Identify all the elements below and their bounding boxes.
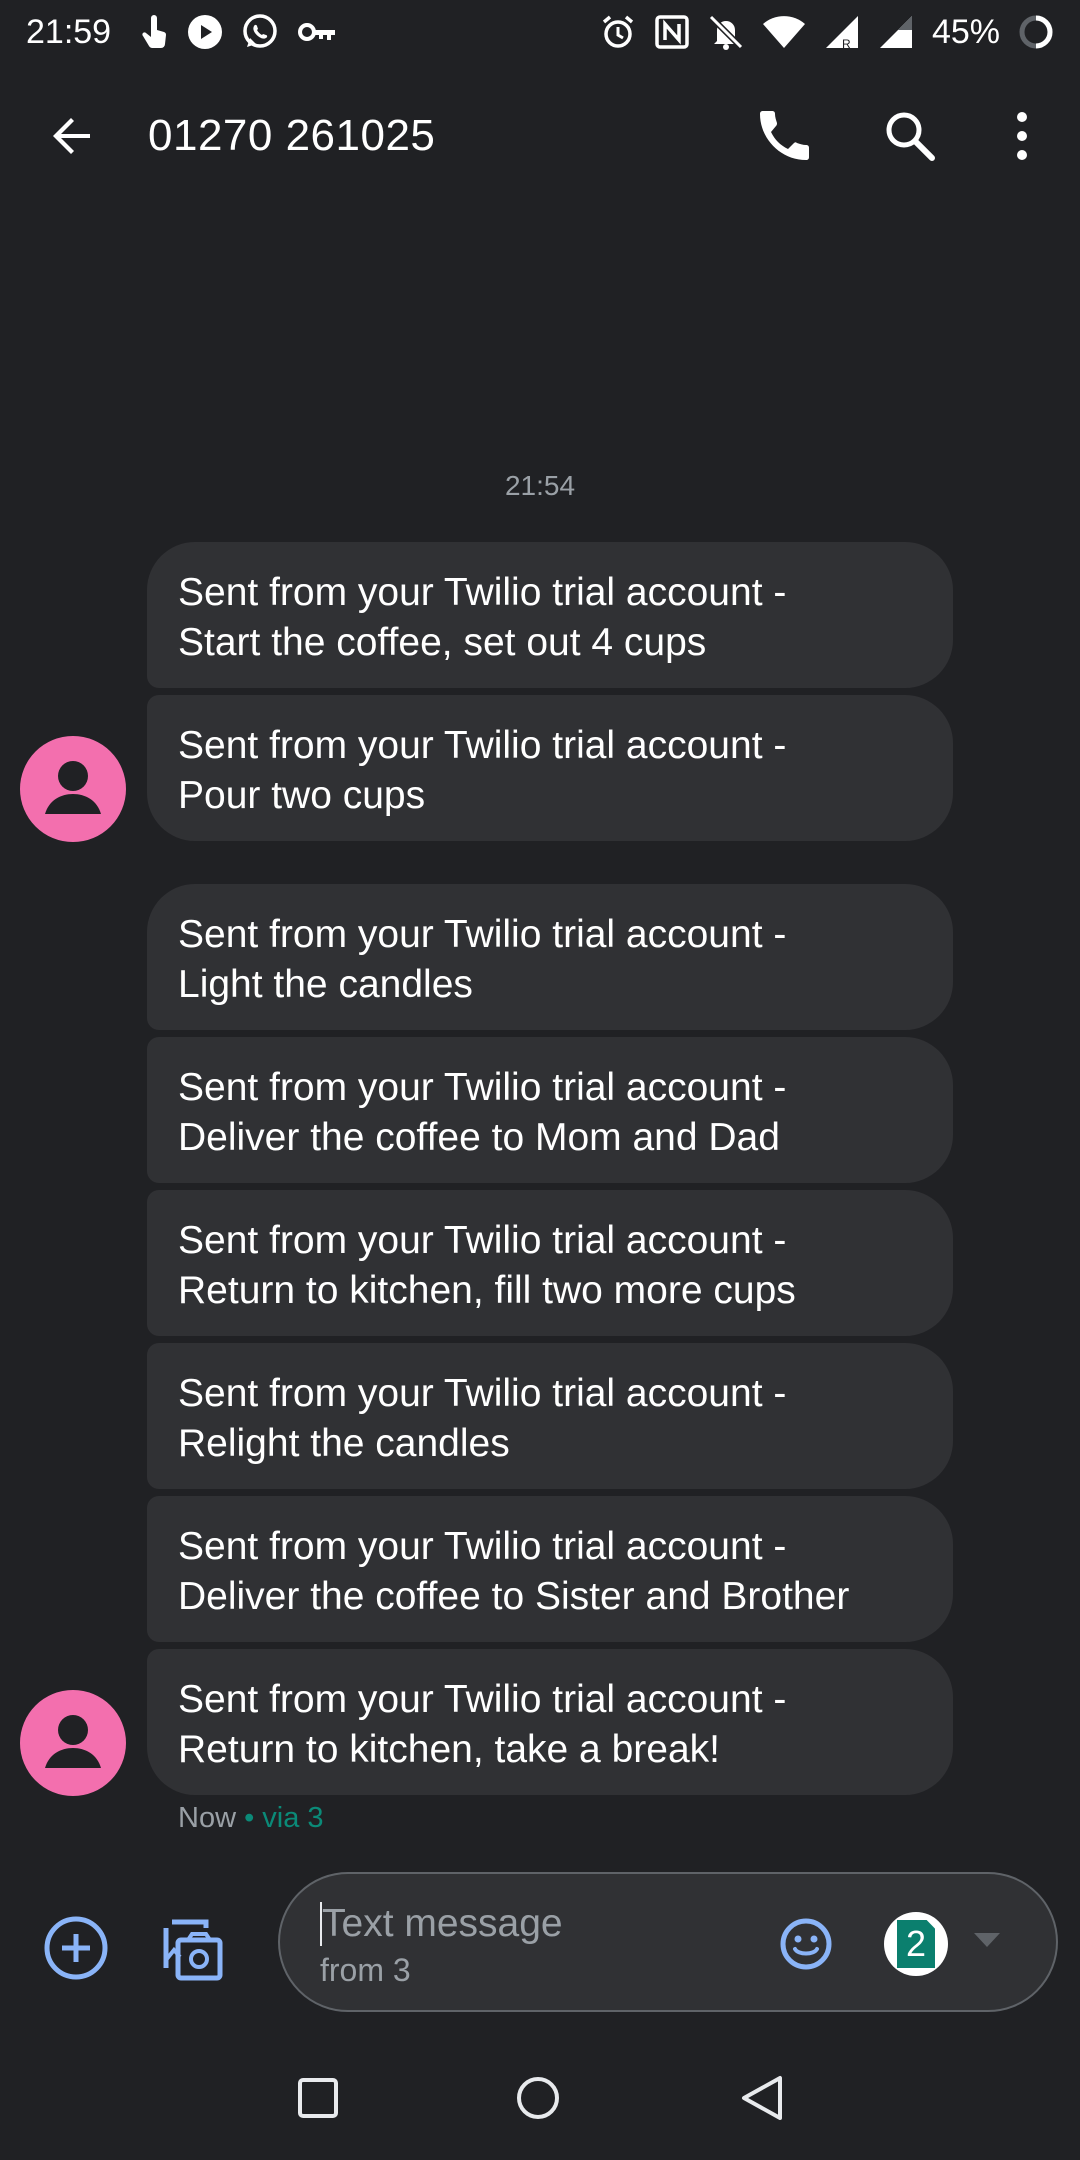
compose-input[interactable]: Text message: [320, 1902, 563, 1946]
app-bar: 01270 261025: [0, 64, 1080, 208]
battery-percent: 45%: [931, 12, 1000, 51]
vpn-key-icon: [297, 17, 337, 47]
message-bubble[interactable]: Sent from your Twilio trial account - De…: [147, 1037, 953, 1183]
wifi-icon: [762, 14, 806, 50]
compose-field[interactable]: Text message from 3 2: [278, 1872, 1058, 2012]
sim-selector-button[interactable]: 2: [884, 1912, 948, 1976]
touch-icon: [139, 14, 169, 50]
battery-icon: [1018, 14, 1054, 50]
phone-icon[interactable]: [756, 108, 812, 164]
navigation-bar: [0, 2040, 1080, 2160]
signal-icon: [878, 14, 914, 50]
message-bubble[interactable]: Sent from your Twilio trial account - Po…: [147, 695, 953, 841]
message-meta: Now • via 3: [178, 1802, 324, 1835]
sim-card-icon: 2: [897, 1920, 935, 1968]
message-bubble[interactable]: Sent from your Twilio trial account - St…: [147, 542, 953, 688]
home-icon[interactable]: [514, 2074, 562, 2122]
meta-separator: •: [236, 1802, 263, 1834]
alarm-icon: [600, 14, 636, 50]
nav-back-icon[interactable]: [740, 2074, 786, 2122]
svg-text:R: R: [842, 37, 851, 50]
message-bubble[interactable]: Sent from your Twilio trial account - De…: [147, 1496, 953, 1642]
person-icon: [45, 1715, 101, 1768]
nfc-icon: [654, 14, 690, 50]
status-time: 21:59: [26, 12, 112, 51]
conversation-title: 01270 261025: [148, 111, 436, 160]
gallery-camera-icon[interactable]: [156, 1914, 226, 1984]
message-time: Now: [178, 1802, 237, 1834]
youtube-icon: [187, 14, 223, 50]
signal-roaming-icon: R: [824, 14, 860, 50]
message-bubble[interactable]: Sent from your Twilio trial account - Li…: [147, 884, 953, 1030]
bell-off-icon: [708, 13, 744, 51]
compose-sim-hint: from 3: [320, 1952, 411, 1988]
contact-avatar[interactable]: [20, 1690, 126, 1796]
whatsapp-icon: [241, 13, 279, 51]
search-icon[interactable]: [882, 108, 938, 164]
conversation-timestamp: 21:54: [504, 470, 576, 501]
emoji-icon[interactable]: [778, 1916, 834, 1972]
more-vert-icon[interactable]: [1002, 108, 1042, 164]
recents-icon[interactable]: [296, 2076, 340, 2120]
message-bubble[interactable]: Sent from your Twilio trial account - Re…: [147, 1649, 953, 1795]
add-attachment-icon[interactable]: [42, 1914, 110, 1982]
status-bar: 21:59 R 45%: [0, 0, 1080, 64]
chevron-down-icon[interactable]: [972, 1930, 1002, 1950]
message-bubble[interactable]: Sent from your Twilio trial account - Re…: [147, 1190, 953, 1336]
person-icon: [45, 761, 101, 814]
contact-avatar[interactable]: [20, 736, 126, 842]
back-arrow-icon[interactable]: [44, 108, 100, 164]
via-sim-label: via 3: [262, 1802, 324, 1834]
message-bubble[interactable]: Sent from your Twilio trial account - Re…: [147, 1343, 953, 1489]
